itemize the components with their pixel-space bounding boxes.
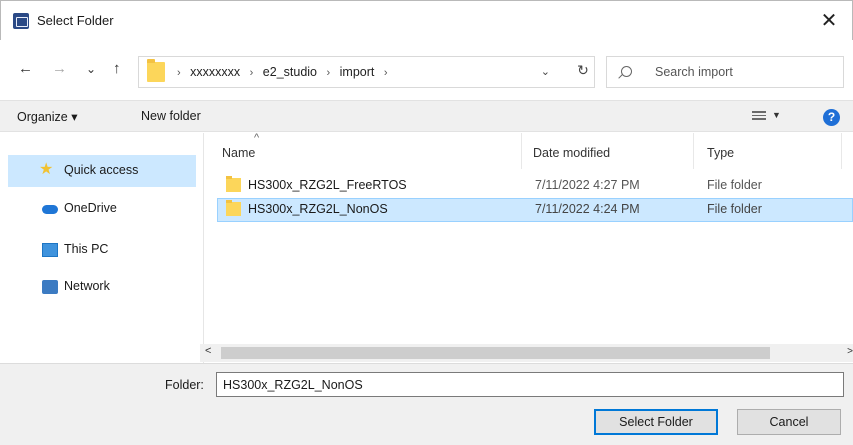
network-icon	[42, 280, 58, 294]
file-name: HS300x_RZG2L_NonOS	[248, 202, 388, 216]
breadcrumb-separator[interactable]: ›	[384, 67, 388, 79]
sidebar-item-this-pc[interactable]: This PC	[8, 234, 196, 266]
folder-icon	[226, 200, 241, 216]
column-header-name[interactable]: Name ^	[222, 132, 259, 160]
sort-ascending-icon: ^	[254, 132, 260, 144]
sidebar-item-label: This PC	[64, 242, 109, 256]
command-bar: Organize ▾ New folder ▼ ?	[0, 100, 853, 132]
view-options-icon[interactable]	[752, 111, 766, 122]
app-icon	[13, 13, 29, 29]
help-icon[interactable]: ?	[823, 109, 840, 126]
up-icon[interactable]: ↑	[113, 60, 121, 77]
window-title: Select Folder	[37, 13, 114, 28]
sidebar-item-label: Network	[64, 279, 110, 293]
column-label: Name	[222, 146, 256, 160]
column-header-date-modified[interactable]: Date modified	[533, 146, 610, 160]
file-list: Name ^ Date modified Type HS300x_RZG2L_F…	[205, 132, 853, 363]
breadcrumb: › xxxxxxxx › e2_studio › import ›	[171, 65, 394, 79]
sidebar-item-network[interactable]: Network	[8, 271, 196, 303]
column-divider[interactable]	[521, 133, 522, 169]
computer-icon	[42, 243, 58, 257]
folder-label: Folder:	[165, 378, 204, 392]
navigation-pane: ★ Quick access OneDrive This PC Network	[0, 133, 204, 363]
folder-icon	[226, 176, 241, 192]
file-name: HS300x_RZG2L_FreeRTOS	[248, 178, 407, 192]
address-bar[interactable]: › xxxxxxxx › e2_studio › import › ⌄	[138, 56, 595, 88]
list-item-selected[interactable]: HS300x_RZG2L_NonOS 7/11/2022 4:24 PM Fil…	[217, 198, 853, 222]
view-dropdown-icon[interactable]: ▼	[772, 110, 781, 120]
title-bar: Select Folder ✕	[0, 0, 853, 40]
refresh-icon[interactable]: ↻	[570, 62, 596, 82]
sidebar-item-onedrive[interactable]: OneDrive	[8, 193, 196, 225]
cancel-button[interactable]: Cancel	[737, 409, 841, 435]
breadcrumb-separator: ›	[326, 67, 331, 79]
cloud-icon	[42, 205, 58, 214]
horizontal-scrollbar[interactable]: < >	[200, 344, 853, 362]
file-type: File folder	[707, 178, 762, 192]
dialog-footer: Folder: Select Folder Cancel	[0, 363, 853, 445]
sidebar-item-label: OneDrive	[64, 201, 117, 215]
search-box[interactable]: Search import	[606, 56, 844, 88]
breadcrumb-item-root[interactable]: xxxxxxxx	[190, 65, 240, 79]
organize-button[interactable]: Organize ▾	[17, 109, 77, 124]
breadcrumb-separator: ›	[177, 67, 181, 79]
folder-icon	[147, 59, 165, 82]
star-icon: ★	[39, 161, 54, 178]
breadcrumb-item-import[interactable]: import	[340, 65, 375, 79]
breadcrumb-separator: ›	[249, 67, 254, 79]
list-item[interactable]: HS300x_RZG2L_FreeRTOS 7/11/2022 4:27 PM …	[217, 174, 853, 198]
back-icon[interactable]: ←	[18, 60, 33, 77]
search-input[interactable]: Search import	[655, 65, 733, 79]
scroll-left-arrow[interactable]: <	[205, 345, 211, 357]
scroll-thumb[interactable]	[221, 347, 770, 359]
file-type: File folder	[707, 202, 762, 216]
new-folder-button[interactable]: New folder	[141, 109, 201, 123]
close-button[interactable]: ✕	[806, 1, 852, 41]
sidebar-item-quick-access[interactable]: ★ Quick access	[8, 155, 196, 187]
folder-name-input[interactable]	[216, 372, 844, 397]
column-divider[interactable]	[841, 133, 842, 169]
sidebar-item-label: Quick access	[64, 163, 139, 177]
scroll-right-arrow[interactable]: >	[847, 346, 853, 357]
forward-icon[interactable]: →	[52, 60, 67, 77]
date-modified: 7/11/2022 4:27 PM	[535, 178, 640, 192]
column-header-type[interactable]: Type	[707, 146, 734, 160]
search-icon	[621, 66, 632, 77]
address-dropdown-icon[interactable]: ⌄	[541, 65, 550, 78]
select-folder-button[interactable]: Select Folder	[594, 409, 718, 435]
date-modified: 7/11/2022 4:24 PM	[535, 202, 640, 216]
breadcrumb-item-e2-studio[interactable]: e2_studio	[263, 65, 317, 79]
column-divider[interactable]	[693, 133, 694, 169]
recent-locations-icon[interactable]: ⌄	[86, 62, 96, 76]
